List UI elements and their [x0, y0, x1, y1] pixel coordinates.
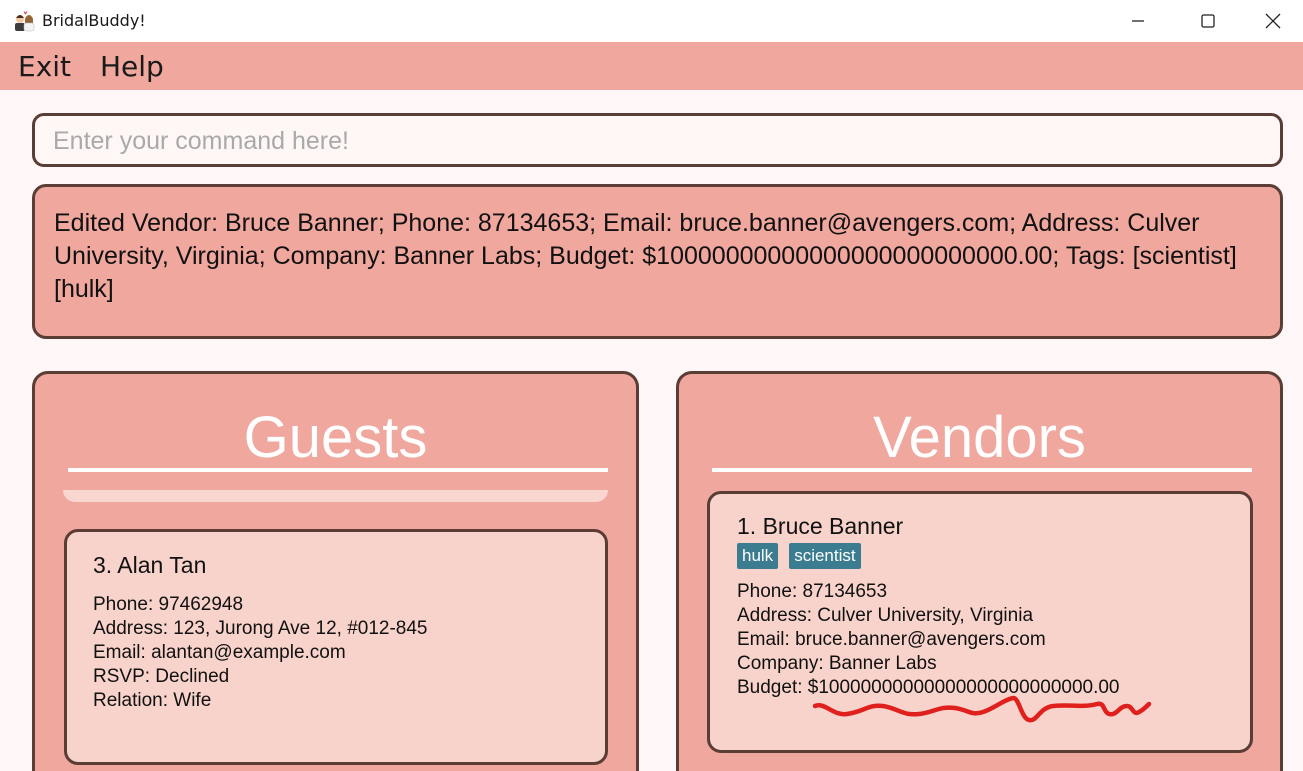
guest-email: Email: alantan@example.com [93, 642, 346, 663]
maximize-button[interactable] [1173, 0, 1243, 42]
result-display: Edited Vendor: Bruce Banner; Phone: 8713… [32, 184, 1283, 339]
title-bar: BridalBuddy! [0, 0, 1303, 42]
menu-bar: Exit Help [0, 42, 1303, 90]
menu-help[interactable]: Help [100, 50, 164, 83]
vendor-company: Company: Banner Labs [737, 653, 937, 674]
couple-icon [12, 10, 36, 32]
guest-details: Phone: 97462948 Address: 123, Jurong Ave… [93, 593, 428, 713]
guest-relation: Relation: Wife [93, 690, 212, 711]
guest-rsvp: RSVP: Declined [93, 666, 230, 687]
vendor-tags: hulk scientist [737, 543, 861, 569]
tag-hulk: hulk [737, 543, 779, 569]
guest-card[interactable]: 3. Alan Tan Phone: 97462948 Address: 123… [64, 529, 608, 765]
guests-divider [68, 468, 608, 472]
vendor-phone: Phone: 87134653 [737, 581, 888, 602]
minimize-button[interactable] [1103, 0, 1173, 42]
window-title: BridalBuddy! [42, 11, 146, 30]
vendors-divider [712, 468, 1252, 472]
guests-panel: Guests 3. Alan Tan Phone: 97462948 Addre… [32, 371, 639, 771]
tag-scientist: scientist [789, 543, 861, 569]
guests-scrollbar[interactable] [63, 490, 608, 502]
command-input[interactable] [53, 126, 1253, 156]
close-icon [1265, 13, 1281, 29]
minimize-icon [1132, 20, 1144, 22]
vendor-address: Address: Culver University, Virginia [737, 605, 1034, 626]
guest-phone: Phone: 97462948 [93, 594, 244, 615]
menu-exit[interactable]: Exit [18, 50, 71, 83]
guest-address: Address: 123, Jurong Ave 12, #012-845 [93, 618, 428, 639]
red-underline-annotation [813, 695, 1152, 723]
maximize-icon [1201, 14, 1215, 28]
vendor-details: Phone: 87134653 Address: Culver Universi… [737, 580, 1120, 700]
command-box [32, 113, 1283, 167]
guests-title: Guests [243, 405, 428, 470]
vendor-name: 1. Bruce Banner [737, 513, 904, 539]
result-message: Edited Vendor: Bruce Banner; Phone: 8713… [54, 209, 1237, 303]
vendors-title: Vendors [873, 405, 1086, 470]
vendor-email: Email: bruce.banner@avengers.com [737, 629, 1046, 650]
close-button[interactable] [1243, 0, 1303, 42]
guest-name: 3. Alan Tan [93, 552, 207, 578]
